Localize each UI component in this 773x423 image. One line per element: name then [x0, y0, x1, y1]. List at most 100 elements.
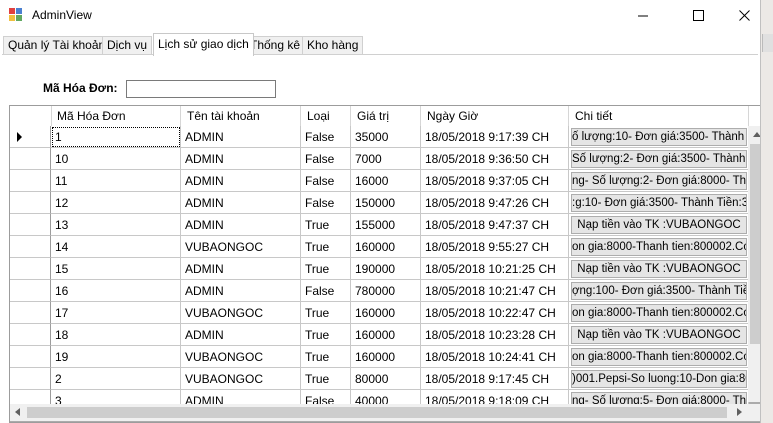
cell-gia-tri[interactable]: 190000 — [351, 258, 421, 280]
row-header[interactable] — [10, 258, 51, 280]
table-row[interactable]: 13 ADMIN True 155000 18/05/2018 9:47:37 CH Nạ… — [10, 214, 760, 236]
cell-ten-tai-khoan[interactable]: VUBAONGOC — [181, 368, 301, 390]
cell-ten-tai-khoan[interactable]: ADMIN — [181, 192, 301, 214]
cell-chi-tiet[interactable]: on gia:8000-Thanh tien:800002.Coc — [569, 236, 749, 258]
tab-dich-vu[interactable]: Dịch vụ — [102, 36, 153, 55]
cell-ngay-gio[interactable]: 18/05/2018 9:55:27 CH — [421, 236, 569, 258]
detail-button[interactable]: ố lượng:10- Đơn giá:3500- Thành Tiề — [571, 128, 747, 146]
cell-chi-tiet[interactable]: Nạp tiền vào TK :VUBAONGOC — [569, 214, 749, 236]
table-row[interactable]: 14 VUBAONGOC True 160000 18/05/2018 9:55:27 … — [10, 236, 760, 258]
table-row[interactable]: 12 ADMIN False 150000 18/05/2018 9:47:26 CH:… — [10, 192, 760, 214]
cell-ten-tai-khoan[interactable]: VUBAONGOC — [181, 302, 301, 324]
cell-ngay-gio[interactable]: 18/05/2018 9:36:50 CH — [421, 148, 569, 170]
scroll-up-arrow-icon[interactable] — [753, 132, 760, 137]
vertical-scroll-thumb[interactable] — [750, 144, 760, 344]
row-header[interactable] — [10, 302, 51, 324]
cell-ngay-gio[interactable]: 18/05/2018 9:17:39 CH — [421, 126, 569, 148]
cell-chi-tiet[interactable]: ố lượng:10- Đơn giá:3500- Thành Tiề — [569, 126, 749, 148]
detail-button[interactable]: on gia:8000-Thanh tien:800002.Coc — [571, 304, 747, 322]
column-header-chi-tiet[interactable]: Chi tiết — [569, 106, 749, 126]
column-header-ten-tai-khoan[interactable]: Tên tài khoản — [181, 106, 301, 126]
table-row[interactable]: 10 ADMIN False 7000 18/05/2018 9:36:50 CH Số … — [10, 148, 760, 170]
cell-gia-tri[interactable]: 160000 — [351, 324, 421, 346]
cell-ma-hoa-don[interactable]: 16 — [51, 280, 181, 302]
cell-ngay-gio[interactable]: 18/05/2018 10:23:28 CH — [421, 324, 569, 346]
cell-loai[interactable]: True — [301, 236, 351, 258]
cell-ma-hoa-don[interactable]: 13 — [51, 214, 181, 236]
row-header[interactable] — [10, 214, 51, 236]
row-header[interactable] — [10, 368, 51, 390]
scroll-right-arrow-icon[interactable] — [737, 408, 742, 416]
cell-ngay-gio[interactable]: 18/05/2018 9:47:26 CH — [421, 192, 569, 214]
cell-loai[interactable]: True — [301, 214, 351, 236]
table-row[interactable]: 11 ADMIN False 16000 18/05/2018 9:37:05 CH ng… — [10, 170, 760, 192]
table-row[interactable]: 16 ADMIN False 780000 18/05/2018 10:21:47 CH… — [10, 280, 760, 302]
row-header[interactable] — [10, 170, 51, 192]
cell-loai[interactable]: False — [301, 148, 351, 170]
cell-loai[interactable]: True — [301, 368, 351, 390]
detail-button[interactable]: :g:10- Đơn giá:3500- Thành Tiền:3 — [571, 194, 747, 212]
cell-loai[interactable]: True — [301, 302, 351, 324]
cell-loai[interactable]: False — [301, 126, 351, 148]
detail-button[interactable]: on gia:8000-Thanh tien:800002.Coc — [571, 348, 747, 366]
cell-gia-tri[interactable]: 16000 — [351, 170, 421, 192]
cell-ngay-gio[interactable]: 18/05/2018 9:37:05 CH — [421, 170, 569, 192]
cell-ma-hoa-don[interactable]: 18 — [51, 324, 181, 346]
column-header-loai[interactable]: Loại — [301, 106, 351, 126]
cell-chi-tiet[interactable]: )001.Pepsi-So luong:10-Don gia:800 — [569, 368, 749, 390]
horizontal-scroll-thumb[interactable] — [27, 407, 727, 418]
cell-chi-tiet[interactable]: on gia:8000-Thanh tien:800002.Coc — [569, 346, 749, 368]
detail-button[interactable]: ợng:100- Đơn giá:3500- Thành Tiền: — [571, 282, 747, 300]
cell-ma-hoa-don[interactable]: 10 — [51, 148, 181, 170]
row-header[interactable] — [10, 346, 51, 368]
cell-loai[interactable]: False — [301, 192, 351, 214]
cell-ma-hoa-don[interactable]: 2 — [51, 368, 181, 390]
detail-button[interactable]: Nạp tiền vào TK :VUBAONGOC — [571, 260, 747, 278]
cell-ten-tai-khoan[interactable]: ADMIN — [181, 324, 301, 346]
column-header-ma-hoa-don[interactable]: Mã Hóa Đơn — [51, 106, 181, 126]
cell-chi-tiet[interactable]: :g:10- Đơn giá:3500- Thành Tiền:3 — [569, 192, 749, 214]
column-header-ngay-gio[interactable]: Ngày Giờ — [421, 106, 569, 126]
cell-gia-tri[interactable]: 160000 — [351, 346, 421, 368]
cell-ma-hoa-don[interactable]: 14 — [51, 236, 181, 258]
invoice-id-input[interactable] — [126, 80, 276, 98]
cell-ten-tai-khoan[interactable]: VUBAONGOC — [181, 346, 301, 368]
cell-gia-tri[interactable]: 150000 — [351, 192, 421, 214]
row-header[interactable] — [10, 192, 51, 214]
cell-ten-tai-khoan[interactable]: ADMIN — [181, 280, 301, 302]
tab-kho-hang[interactable]: Kho hàng — [302, 36, 364, 55]
row-header[interactable] — [10, 324, 51, 346]
cell-chi-tiet[interactable]: on gia:8000-Thanh tien:800002.Coc — [569, 302, 749, 324]
detail-button[interactable]: )001.Pepsi-So luong:10-Don gia:800 — [571, 370, 747, 388]
cell-ma-hoa-don[interactable]: 17 — [51, 302, 181, 324]
detail-button[interactable]: Nạp tiền vào TK :VUBAONGOC — [571, 326, 747, 344]
cell-gia-tri[interactable]: 160000 — [351, 236, 421, 258]
scroll-left-arrow-icon[interactable] — [15, 408, 20, 416]
cell-ngay-gio[interactable]: 18/05/2018 10:21:47 CH — [421, 280, 569, 302]
cell-gia-tri[interactable]: 780000 — [351, 280, 421, 302]
cell-ngay-gio[interactable]: 18/05/2018 10:22:47 CH — [421, 302, 569, 324]
table-row[interactable]: 1 ADMIN False 35000 18/05/2018 9:17:39 CH ố l… — [10, 126, 760, 148]
row-header[interactable] — [10, 148, 51, 170]
table-row[interactable]: 2 VUBAONGOC True 80000 18/05/2018 9:17:45 CH… — [10, 368, 760, 390]
cell-ten-tai-khoan[interactable]: ADMIN — [181, 214, 301, 236]
detail-button[interactable]: Nạp tiền vào TK :VUBAONGOC — [571, 216, 747, 234]
table-row[interactable]: 17 VUBAONGOC True 160000 18/05/2018 10:22:47… — [10, 302, 760, 324]
cell-ngay-gio[interactable]: 18/05/2018 10:24:41 CH — [421, 346, 569, 368]
detail-button[interactable]: on gia:8000-Thanh tien:800002.Coc — [571, 238, 747, 256]
maximize-button[interactable] — [675, 0, 721, 30]
cell-loai[interactable]: False — [301, 170, 351, 192]
detail-button[interactable]: ng- Số lượng:2- Đơn giá:8000- Thàn — [571, 172, 747, 190]
cell-loai[interactable]: True — [301, 258, 351, 280]
cell-chi-tiet[interactable]: Nạp tiền vào TK :VUBAONGOC — [569, 258, 749, 280]
cell-ten-tai-khoan[interactable]: ADMIN — [181, 148, 301, 170]
cell-ma-hoa-don[interactable]: 12 — [51, 192, 181, 214]
vertical-scrollbar[interactable] — [748, 126, 760, 402]
cell-ngay-gio[interactable]: 18/05/2018 9:47:37 CH — [421, 214, 569, 236]
cell-gia-tri[interactable]: 155000 — [351, 214, 421, 236]
cell-chi-tiet[interactable]: Nạp tiền vào TK :VUBAONGOC — [569, 324, 749, 346]
row-header[interactable] — [10, 236, 51, 258]
cell-ten-tai-khoan[interactable]: ADMIN — [181, 126, 301, 148]
transaction-history-grid[interactable]: Mã Hóa Đơn Tên tài khoản Loại Giá trị Ng… — [9, 105, 760, 423]
cell-ma-hoa-don[interactable]: 1 — [51, 126, 181, 148]
